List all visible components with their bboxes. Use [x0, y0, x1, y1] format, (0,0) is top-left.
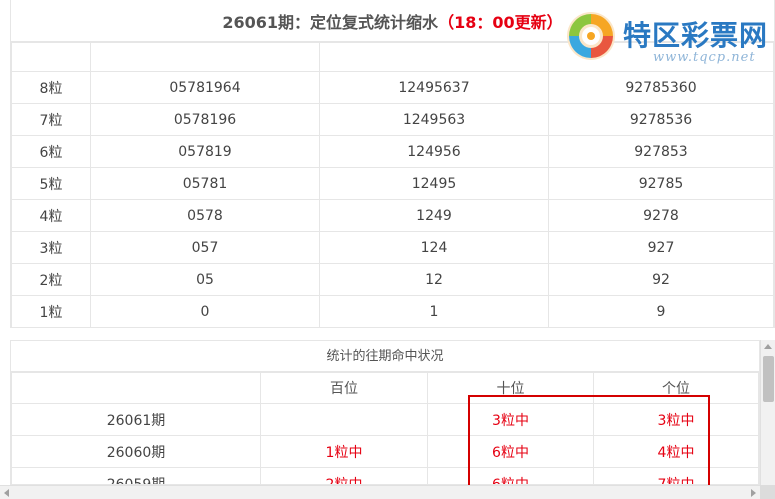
position-table: 8粒 05781964 12495637 92785360 7粒 0578196…	[11, 42, 774, 327]
table-row: 1粒 0 1 9	[11, 295, 774, 327]
units-cell: 9278	[548, 199, 774, 232]
tens-hit: 3粒中	[427, 403, 594, 436]
table-row: 3粒 057 124 927	[11, 231, 774, 264]
table-row: 26059期 2粒中 6粒中 7粒中	[11, 467, 759, 484]
grain-label: 1粒	[11, 295, 91, 327]
tens-cell: 1249563	[319, 103, 549, 136]
hundreds-hit: 1粒中	[260, 435, 428, 468]
grain-label: 3粒	[11, 231, 91, 264]
hundreds-cell: 057	[90, 231, 320, 264]
hundreds-cell: 0	[90, 295, 320, 327]
hundreds-cell: 05781964	[90, 71, 320, 104]
scroll-thumb[interactable]	[763, 356, 774, 402]
tens-header: 十位	[427, 372, 594, 404]
hundreds-cell: 05	[90, 263, 320, 296]
grain-label: 4粒	[11, 199, 91, 232]
horizontal-scrollbar[interactable]	[0, 485, 760, 499]
hundreds-cell: 05781	[90, 167, 320, 200]
table-row: 26060期 1粒中 6粒中 4粒中	[11, 435, 759, 468]
units-cell: 9278536	[548, 103, 774, 136]
title-text: 26061期：定位复式统计缩水	[222, 12, 439, 32]
table-row: 26061期 3粒中 3粒中	[11, 403, 759, 436]
hundreds-cell: 0578	[90, 199, 320, 232]
history-table: 百位 十位 个位 26061期 3粒中 3粒中 26060期 1粒中 6粒中 4…	[11, 372, 759, 484]
table-row: 5粒 05781 12495 92785	[11, 167, 774, 200]
history-header-row: 百位 十位 个位	[11, 372, 759, 404]
grain-label: 5粒	[11, 167, 91, 200]
units-cell: 927853	[548, 135, 774, 168]
tens-cell: 124	[319, 231, 549, 264]
tens-hit: 6粒中	[427, 435, 594, 468]
grain-label: 2粒	[11, 263, 91, 296]
tens-cell: 1	[319, 295, 549, 327]
grain-label: 6粒	[11, 135, 91, 168]
units-hit: 7粒中	[593, 467, 759, 484]
table-row: 6粒 057819 124956 927853	[11, 135, 774, 168]
table-row: 4粒 0578 1249 9278	[11, 199, 774, 232]
table-row: 8粒 05781964 12495637 92785360	[11, 71, 774, 104]
tens-cell: 12495637	[319, 71, 549, 104]
tens-cell: 12495	[319, 167, 549, 200]
hundreds-hit	[260, 403, 428, 436]
scroll-up-icon[interactable]	[764, 344, 772, 349]
period-cell: 26059期	[11, 467, 261, 484]
tens-cell: 124956	[319, 135, 549, 168]
units-cell: 92785	[548, 167, 774, 200]
units-cell: 92	[548, 263, 774, 296]
history-title: 统计的往期命中状况	[11, 341, 759, 372]
site-logo[interactable]: 特区彩票网 www.tqcp.net	[565, 4, 770, 72]
scroll-left-icon[interactable]	[4, 489, 9, 497]
units-header: 个位	[593, 372, 759, 404]
tens-cell: 1249	[319, 199, 549, 232]
update-time: （18：00更新）	[438, 12, 563, 32]
units-hit: 3粒中	[593, 403, 759, 436]
brand-name: 特区彩票网	[623, 19, 769, 52]
grain-label: 7粒	[11, 103, 91, 136]
units-cell: 927	[548, 231, 774, 264]
hundreds-hit: 2粒中	[260, 467, 428, 484]
history-panel: 统计的往期命中状况 百位 十位 个位 26061期 3粒中 3粒中 26060期…	[10, 340, 760, 485]
brand-url: www.tqcp.net	[653, 50, 756, 65]
period-cell: 26060期	[11, 435, 261, 468]
hundreds-cell: 057819	[90, 135, 320, 168]
tens-cell: 12	[319, 263, 549, 296]
hundreds-cell: 0578196	[90, 103, 320, 136]
table-row: 2粒 05 12 92	[11, 263, 774, 296]
vertical-scrollbar[interactable]	[760, 340, 775, 485]
tens-hit: 6粒中	[427, 467, 594, 484]
hundreds-header: 百位	[260, 372, 428, 404]
scroll-right-icon[interactable]	[751, 489, 756, 497]
grain-label: 8粒	[11, 71, 91, 104]
table-row: 7粒 0578196 1249563 9278536	[11, 103, 774, 136]
scrollbar-corner	[760, 485, 775, 499]
units-hit: 4粒中	[593, 435, 759, 468]
units-cell: 9	[548, 295, 774, 327]
period-cell: 26061期	[11, 403, 261, 436]
period-header	[11, 372, 261, 404]
units-cell: 92785360	[548, 71, 774, 104]
swirl-logo-icon	[567, 12, 615, 60]
